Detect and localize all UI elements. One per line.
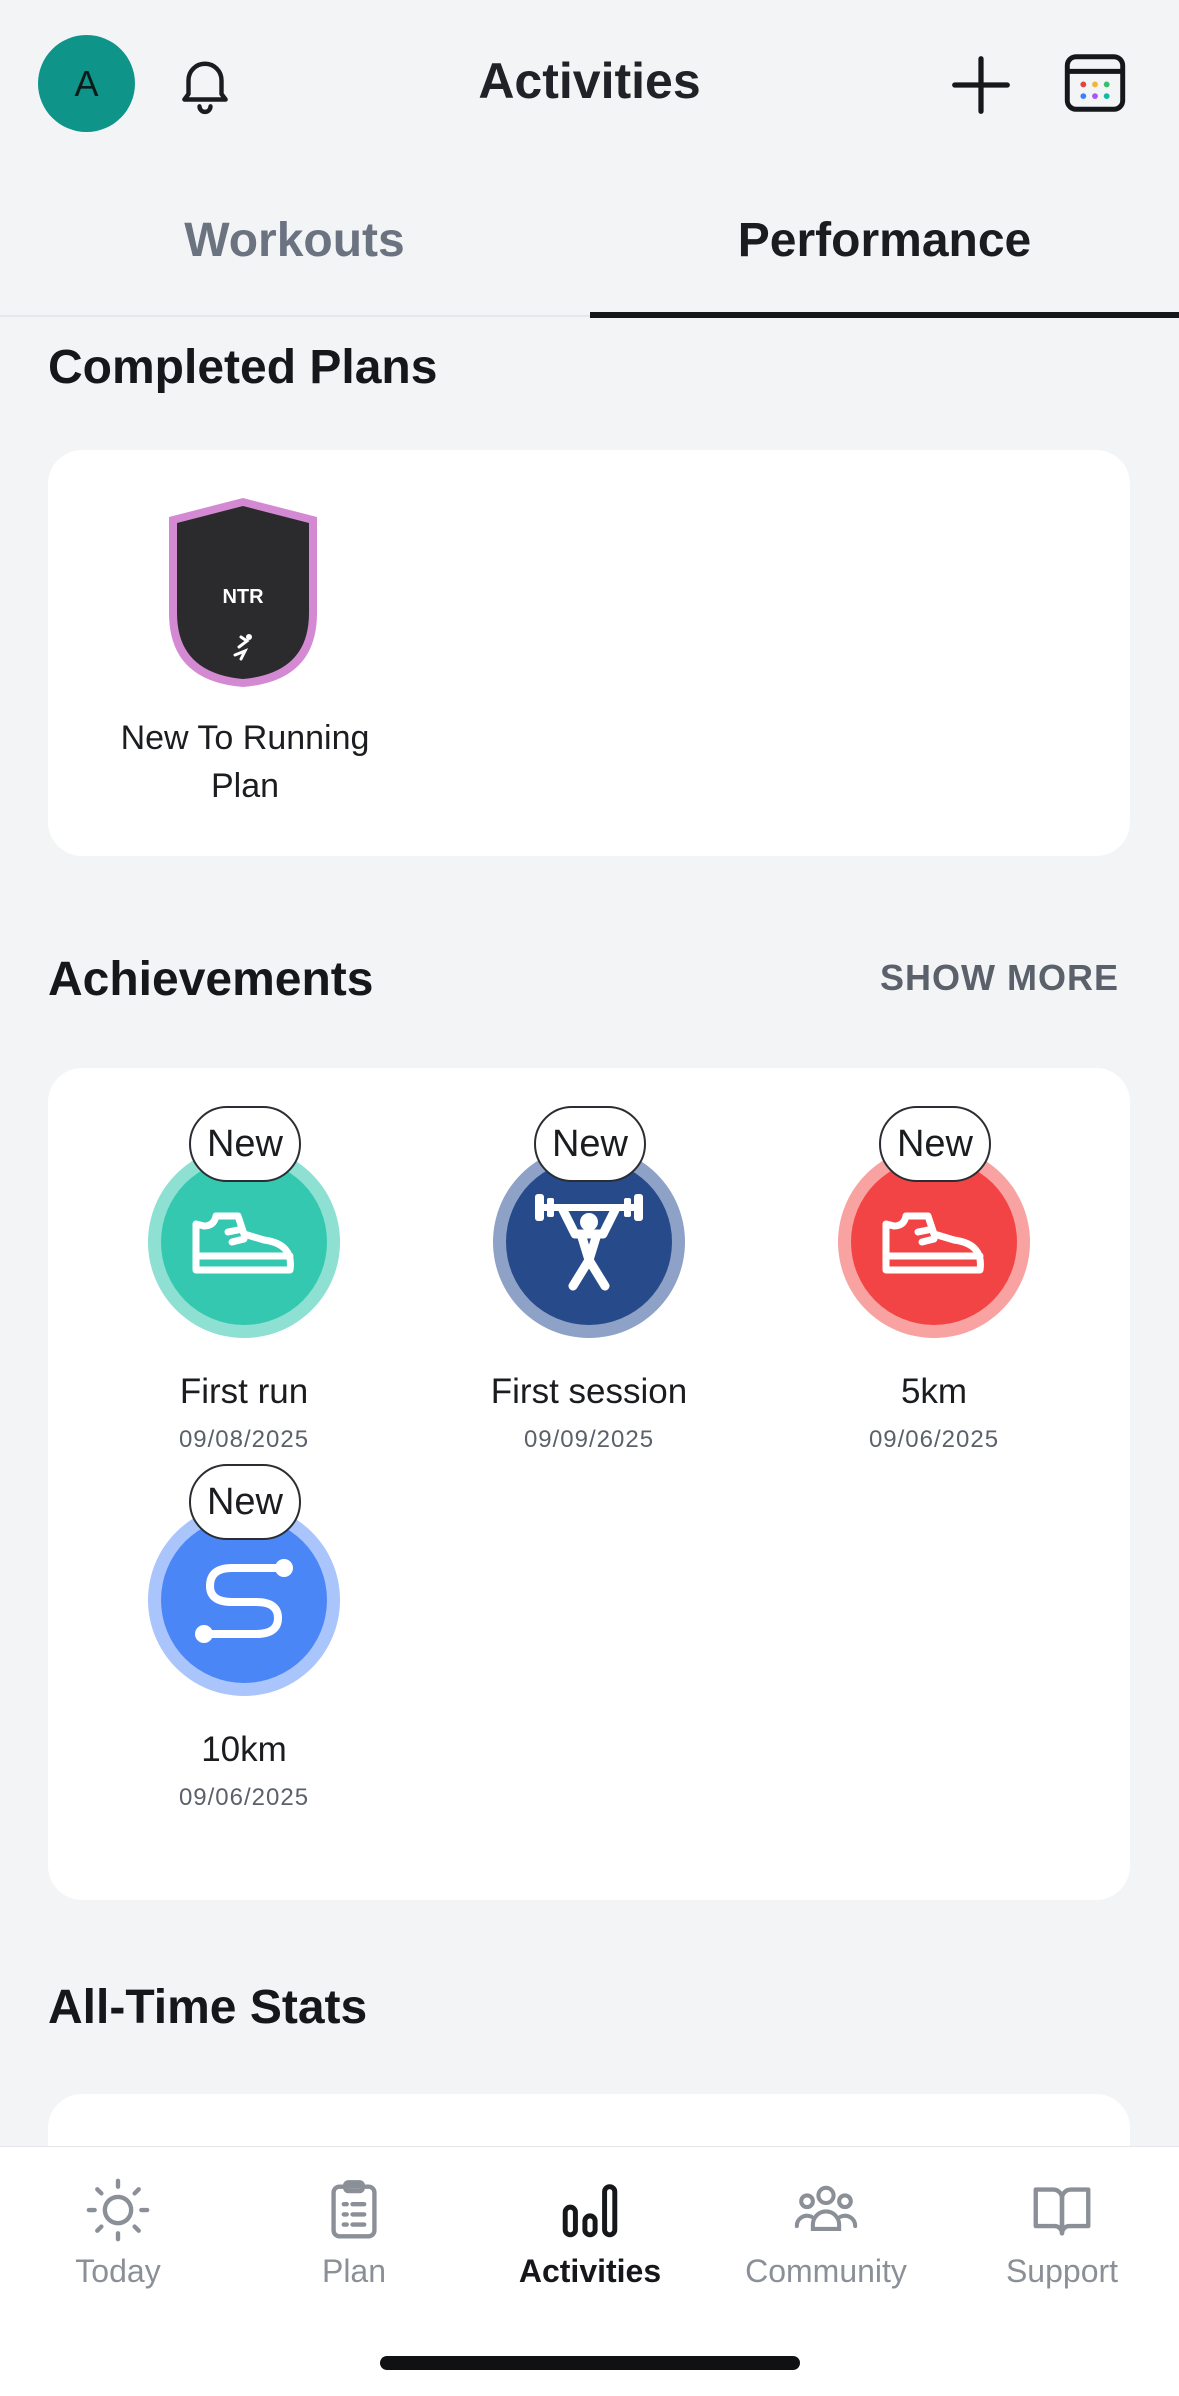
plan-label[interactable]: New To Running Plan — [100, 714, 390, 810]
achievement-10km[interactable]: New 10km 09/06/2025 — [99, 1464, 389, 1812]
nav-today[interactable]: Today — [0, 2175, 236, 2290]
achievement-date: 09/06/2025 — [178, 1784, 310, 1811]
tab-performance[interactable]: Performance — [590, 213, 1179, 268]
achievement-date: 09/06/2025 — [868, 1426, 1000, 1453]
calendar-icon[interactable] — [1060, 48, 1130, 118]
nav-label: Today — [75, 2253, 161, 2289]
active-tab-indicator — [590, 312, 1179, 318]
nav-activities[interactable]: Activities — [472, 2175, 708, 2290]
achievement-name: First session — [490, 1372, 688, 1411]
nav-plan[interactable]: Plan — [236, 2175, 472, 2290]
new-badge: New — [534, 1106, 646, 1182]
all-time-stats-title: All-Time Stats — [48, 1981, 368, 2034]
nav-label: Activities — [518, 2253, 662, 2289]
nav-label: Support — [1005, 2253, 1119, 2289]
people-icon — [794, 2185, 858, 2231]
new-badge: New — [879, 1106, 991, 1182]
plan-badge-icon[interactable]: NTR — [163, 495, 323, 690]
achievement-5km[interactable]: New 5km 09/06/2025 — [789, 1106, 1079, 1454]
header: A Activities — [0, 0, 1179, 170]
show-more-button[interactable]: SHOW MORE — [880, 957, 1119, 999]
achievement-name: 5km — [900, 1372, 968, 1411]
plan-label-line1: New To Running — [120, 719, 370, 757]
plan-badge-text: NTR — [222, 586, 264, 608]
achievement-first-session[interactable]: New First session 09/09/2025 — [444, 1106, 734, 1454]
nav-community[interactable]: Community — [708, 2175, 944, 2290]
achievement-name: First run — [179, 1372, 309, 1411]
clipboard-icon — [331, 2180, 377, 2239]
sun-icon — [86, 2178, 150, 2242]
achievement-date: 09/09/2025 — [523, 1426, 655, 1453]
tab-workouts[interactable]: Workouts — [0, 213, 589, 268]
achievement-name: 10km — [201, 1730, 287, 1769]
achievement-date: 09/08/2025 — [178, 1426, 310, 1453]
nav-label: Community — [745, 2253, 907, 2289]
home-indicator — [380, 2356, 800, 2370]
plus-icon[interactable] — [946, 50, 1016, 120]
achievements-title: Achievements — [48, 953, 374, 1006]
book-icon — [1033, 2187, 1091, 2236]
activities-screen: A Activities Workouts Performance Comple… — [0, 0, 1179, 2396]
nav-label: Plan — [321, 2253, 387, 2289]
plan-label-line2: Plan — [210, 767, 280, 805]
achievement-first-run[interactable]: New First run 09/08/2025 — [99, 1106, 389, 1454]
new-badge: New — [189, 1106, 301, 1182]
tab-bar: Workouts Performance — [0, 195, 1179, 318]
completed-plans-title: Completed Plans — [48, 341, 438, 394]
nav-support[interactable]: Support — [944, 2175, 1179, 2290]
new-badge: New — [189, 1464, 301, 1540]
bar-chart-icon — [562, 2184, 618, 2238]
